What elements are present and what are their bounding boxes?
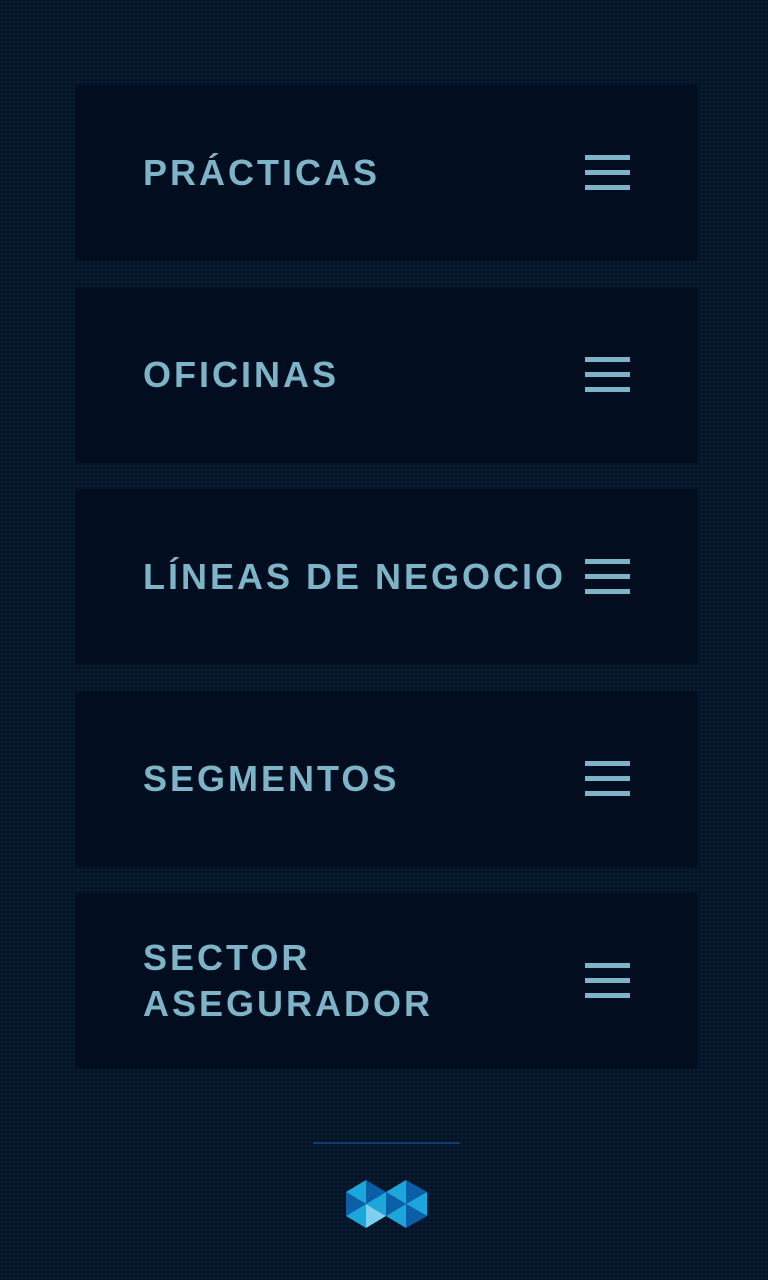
hamburger-menu-icon[interactable]: [585, 155, 630, 191]
menu-item-label: PRÁCTICAS: [143, 152, 381, 193]
hamburger-menu-icon[interactable]: [585, 761, 630, 797]
menu-item-label: SEGMENTOS: [143, 758, 400, 799]
menu-item-segmentos[interactable]: SEGMENTOS: [75, 691, 698, 867]
menu-item-label: LÍNEAS DE NEGOCIO: [143, 556, 567, 597]
menu-item-label: OFICINAS: [143, 354, 340, 395]
menu-item-oficinas[interactable]: OFICINAS: [75, 287, 698, 463]
hamburger-menu-icon[interactable]: [585, 357, 630, 393]
menu-item-label: SECTOR ASEGURADOR: [143, 937, 434, 1024]
main-menu: PRÁCTICAS OFICINAS LÍNEAS DE NEGOCIO SEG…: [75, 85, 698, 1095]
menu-item-sector-asegurador[interactable]: SECTOR ASEGURADOR: [75, 893, 698, 1069]
brand-logo-icon[interactable]: [346, 1180, 427, 1228]
menu-item-lineas-de-negocio[interactable]: LÍNEAS DE NEGOCIO: [75, 489, 698, 665]
hamburger-menu-icon[interactable]: [585, 963, 630, 999]
footer-divider: [313, 1142, 460, 1144]
hamburger-menu-icon[interactable]: [585, 559, 630, 595]
menu-item-practicas[interactable]: PRÁCTICAS: [75, 85, 698, 261]
